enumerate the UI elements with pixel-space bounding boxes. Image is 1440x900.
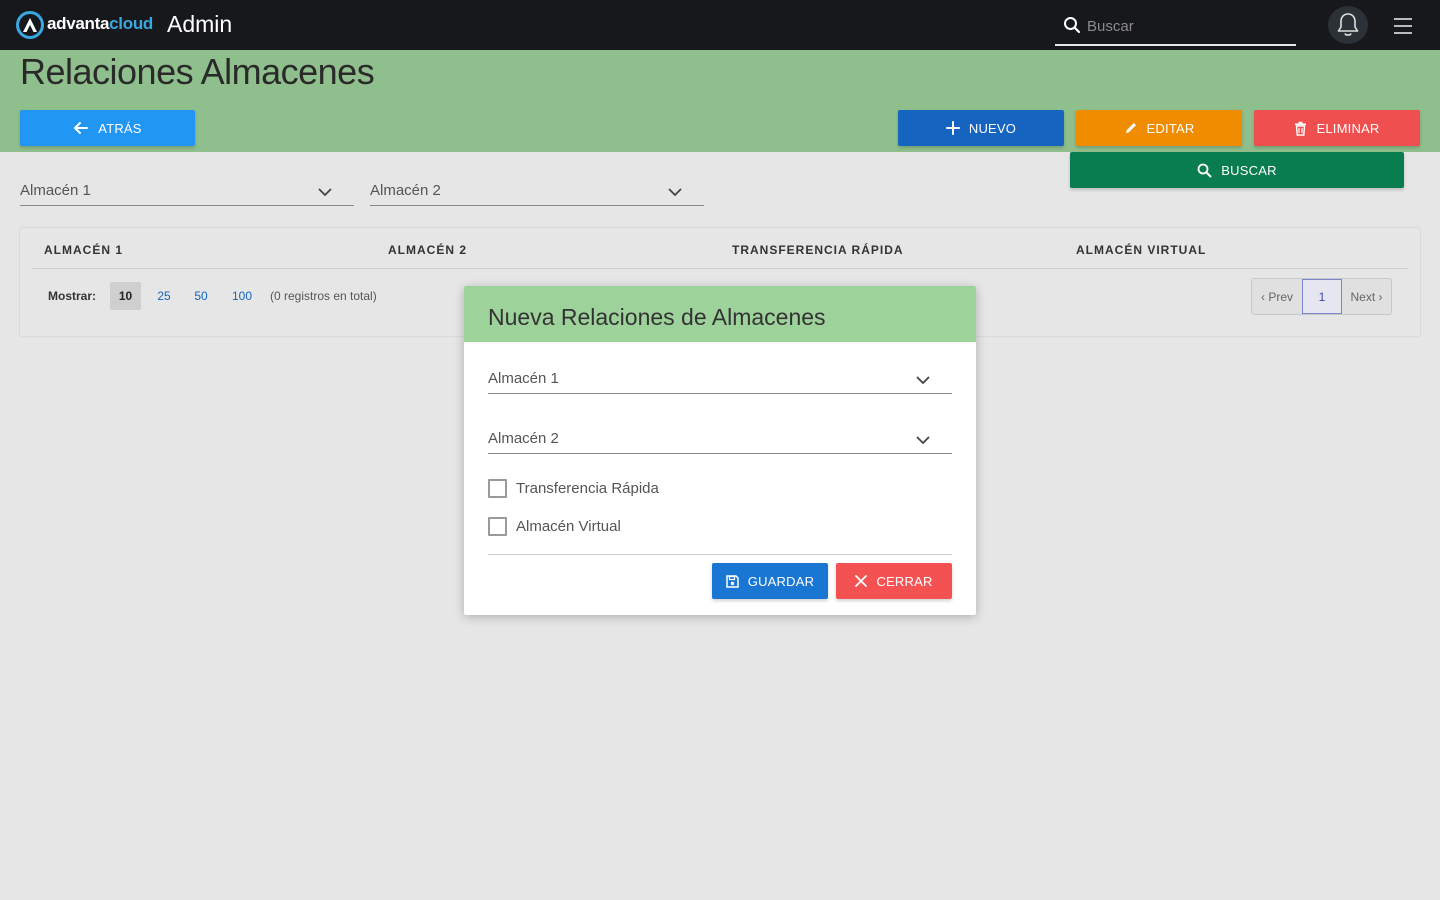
edit-button-label: EDITAR	[1146, 120, 1195, 136]
close-icon	[855, 575, 868, 587]
modal-almacen-1-label: Almacén 1	[488, 370, 559, 387]
new-relation-modal: Nueva Relaciones de Almacenes Almacén 1 …	[464, 286, 976, 615]
almacen-virtual-label: Almacén Virtual	[516, 517, 621, 535]
arrow-left-icon	[74, 122, 89, 134]
bell-icon	[1337, 13, 1359, 36]
close-button-label: CERRAR	[876, 573, 933, 589]
transferencia-rapida-label: Transferencia Rápida	[516, 479, 659, 497]
column-header-almacen-2[interactable]: ALMACÉN 2	[388, 243, 467, 257]
table-header-row: ALMACÉN 1 ALMACÉN 2 TRANSFERENCIA RÁPIDA…	[32, 228, 1408, 269]
modal-almacen-2-label: Almacén 2	[488, 430, 559, 447]
chevron-down-icon	[916, 436, 930, 445]
app-title: Admin	[167, 11, 233, 37]
search-button-label: BUSCAR	[1221, 162, 1277, 178]
logo-text[interactable]: advantacloud	[47, 14, 153, 34]
modal-title: Nueva Relaciones de Almacenes	[488, 304, 826, 330]
column-header-almacen-1[interactable]: ALMACÉN 1	[44, 243, 123, 257]
new-button[interactable]: NUEVO	[898, 110, 1064, 146]
page-size-25[interactable]: 25	[150, 282, 178, 310]
trash-icon	[1295, 121, 1307, 136]
new-button-label: NUEVO	[968, 120, 1017, 136]
filter-almacen-2-label: Almacén 2	[370, 182, 441, 199]
records-count: (0 registros en total)	[270, 289, 377, 303]
pagination-next[interactable]: Next ›	[1342, 279, 1391, 314]
edit-button[interactable]: EDITAR	[1076, 110, 1242, 146]
pagination-page-1[interactable]: 1	[1302, 279, 1342, 314]
page-size-10[interactable]: 10	[110, 282, 141, 310]
modal-header: Nueva Relaciones de Almacenes	[464, 286, 976, 342]
search-button[interactable]: BUSCAR	[1070, 152, 1404, 188]
delete-button-label: ELIMINAR	[1316, 120, 1380, 136]
modal-divider	[488, 554, 952, 555]
pagination: ‹ Prev 1 Next ›	[1251, 278, 1392, 315]
hamburger-menu-icon[interactable]	[1392, 16, 1416, 36]
filter-almacen-1-label: Almacén 1	[20, 182, 91, 199]
column-header-almacen-virtual[interactable]: ALMACÉN VIRTUAL	[1076, 243, 1206, 257]
advantacloud-logo-icon[interactable]	[16, 11, 44, 39]
page-title: Relaciones Almacenes	[20, 51, 375, 92]
page-size-50[interactable]: 50	[187, 282, 215, 310]
back-button[interactable]: ATRÁS	[20, 110, 195, 146]
transferencia-rapida-checkbox-row[interactable]: Transferencia Rápida	[488, 477, 659, 499]
almacen-virtual-checkbox[interactable]	[488, 516, 507, 536]
modal-almacen-2-select[interactable]: Almacén 2	[488, 424, 952, 454]
pencil-icon	[1125, 123, 1136, 133]
top-navbar: advantacloud Admin	[0, 0, 1440, 50]
transferencia-rapida-checkbox[interactable]	[488, 478, 507, 498]
chevron-down-icon	[668, 188, 682, 197]
page-size-100[interactable]: 100	[224, 282, 260, 310]
plus-icon	[945, 121, 960, 135]
chevron-down-icon	[318, 188, 332, 197]
page-size-label: Mostrar:	[48, 289, 97, 303]
floppy-disk-icon	[726, 574, 739, 588]
back-button-label: ATRÁS	[98, 120, 142, 136]
search-input[interactable]	[1087, 14, 1287, 38]
delete-button[interactable]: ELIMINAR	[1254, 110, 1420, 146]
global-search[interactable]	[1055, 8, 1296, 46]
modal-almacen-1-select[interactable]: Almacén 1	[488, 364, 952, 394]
pagination-prev[interactable]: ‹ Prev	[1252, 279, 1302, 314]
filter-almacen-1-select[interactable]: Almacén 1	[20, 176, 354, 206]
search-icon	[1197, 163, 1212, 177]
save-button[interactable]: GUARDAR	[712, 563, 828, 599]
filter-almacen-2-select[interactable]: Almacén 2	[370, 176, 704, 206]
almacen-virtual-checkbox-row[interactable]: Almacén Virtual	[488, 515, 621, 537]
close-button[interactable]: CERRAR	[836, 563, 952, 599]
notifications-button[interactable]	[1328, 6, 1368, 44]
column-header-transferencia-rapida[interactable]: TRANSFERENCIA RÁPIDA	[732, 243, 904, 257]
save-button-label: GUARDAR	[747, 573, 815, 589]
page-header: Relaciones Almacenes ATRÁS NUEVO EDITAR …	[0, 50, 1440, 152]
search-icon	[1064, 17, 1081, 34]
chevron-down-icon	[916, 376, 930, 385]
